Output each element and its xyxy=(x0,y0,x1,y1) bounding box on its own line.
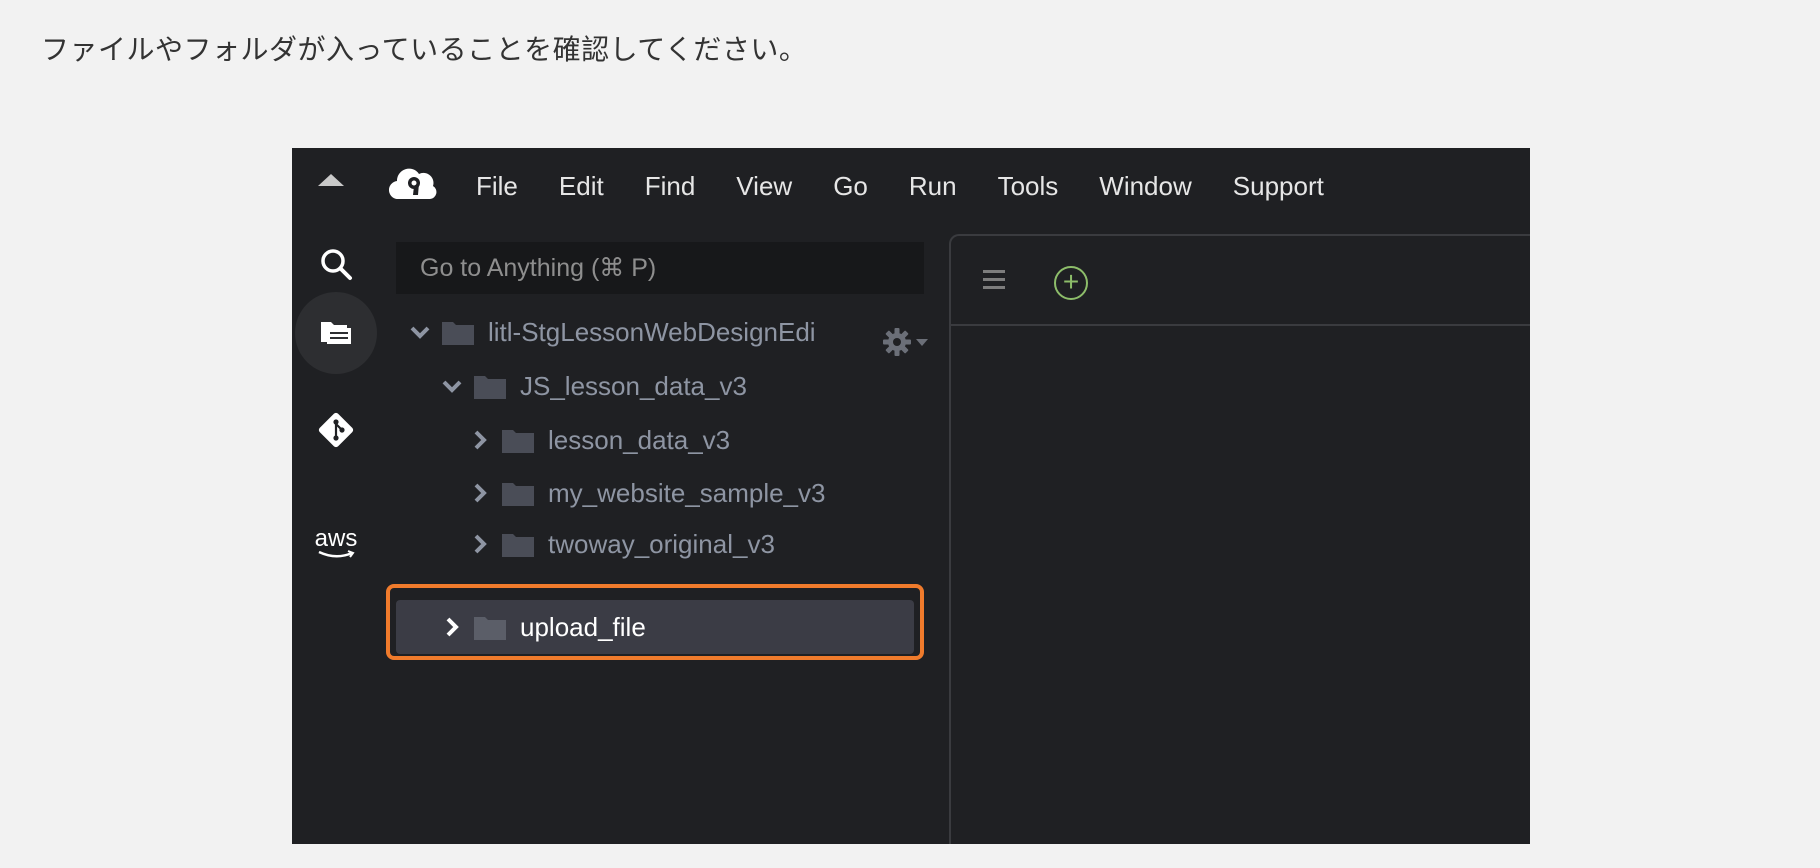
chevron-down-icon[interactable] xyxy=(442,376,462,396)
folder-icon xyxy=(502,483,534,506)
tree-item-label: upload_file xyxy=(520,611,646,642)
tree-item-lesson-data[interactable]: lesson_data_v3 xyxy=(470,414,730,466)
add-tab-plus-icon[interactable]: + xyxy=(1054,266,1088,300)
menu-file[interactable]: File xyxy=(476,168,518,204)
folder-icon xyxy=(474,617,506,640)
folder-icon xyxy=(502,534,534,557)
main-menu: File Edit Find View Go Run Tools Window … xyxy=(476,168,1365,204)
tree-item-label: litl-StgLessonWebDesignEdi xyxy=(488,316,816,347)
chevron-right-icon[interactable] xyxy=(470,430,490,450)
menu-run[interactable]: Run xyxy=(909,168,957,204)
tree-item-label: lesson_data_v3 xyxy=(548,424,731,455)
tree-item-twoway-original[interactable]: twoway_original_v3 xyxy=(470,520,775,568)
aws-label: aws xyxy=(314,525,358,552)
cloud9-logo-icon[interactable] xyxy=(389,166,439,202)
menu-window[interactable]: Window xyxy=(1099,168,1191,204)
tree-item-label: JS_lesson_data_v3 xyxy=(520,370,747,401)
chevron-right-icon[interactable] xyxy=(470,534,490,554)
go-to-anything-bar xyxy=(396,242,924,294)
menu-tools[interactable]: Tools xyxy=(998,168,1059,204)
tree-item-upload-file[interactable]: upload_file xyxy=(442,601,646,653)
folder-icon xyxy=(502,430,534,453)
git-icon[interactable] xyxy=(312,406,360,454)
menu-edit[interactable]: Edit xyxy=(559,168,604,204)
search-icon[interactable] xyxy=(312,240,360,288)
folder-icon xyxy=(474,376,506,399)
tree-settings-button[interactable] xyxy=(880,323,940,363)
editor-pane: + xyxy=(949,234,1530,844)
tree-item-my-website-sample[interactable]: my_website_sample_v3 xyxy=(470,467,825,519)
menu-support[interactable]: Support xyxy=(1233,168,1324,204)
menu-find[interactable]: Find xyxy=(645,168,696,204)
go-to-anything-input[interactable] xyxy=(396,242,924,294)
editor-tab-bar: + xyxy=(951,236,1530,326)
hamburger-menu-icon[interactable] xyxy=(983,270,1005,294)
collapse-menu-icon[interactable] xyxy=(318,174,344,186)
tree-item-root[interactable]: litl-StgLessonWebDesignEdi xyxy=(410,306,816,358)
instruction-text: ファイルやフォルダが入っていることを確認してください。 xyxy=(41,33,808,66)
menu-go[interactable]: Go xyxy=(833,168,868,204)
chevron-down-icon[interactable] xyxy=(410,322,430,342)
aws-icon[interactable]: aws xyxy=(312,520,360,568)
chevron-right-icon[interactable] xyxy=(442,617,462,637)
tree-item-label: twoway_original_v3 xyxy=(548,528,775,559)
folder-icon xyxy=(442,322,474,345)
menu-view[interactable]: View xyxy=(736,168,792,204)
tree-item-label: my_website_sample_v3 xyxy=(548,477,826,508)
cloud9-ide-screenshot: File Edit Find View Go Run Tools Window … xyxy=(292,148,1530,844)
menu-bar: File Edit Find View Go Run Tools Window … xyxy=(292,148,1530,224)
chevron-right-icon[interactable] xyxy=(470,483,490,503)
environment-files-icon[interactable] xyxy=(295,292,377,374)
activity-bar: aws xyxy=(292,224,380,844)
tree-item-js-lesson-data[interactable]: JS_lesson_data_v3 xyxy=(442,360,747,412)
